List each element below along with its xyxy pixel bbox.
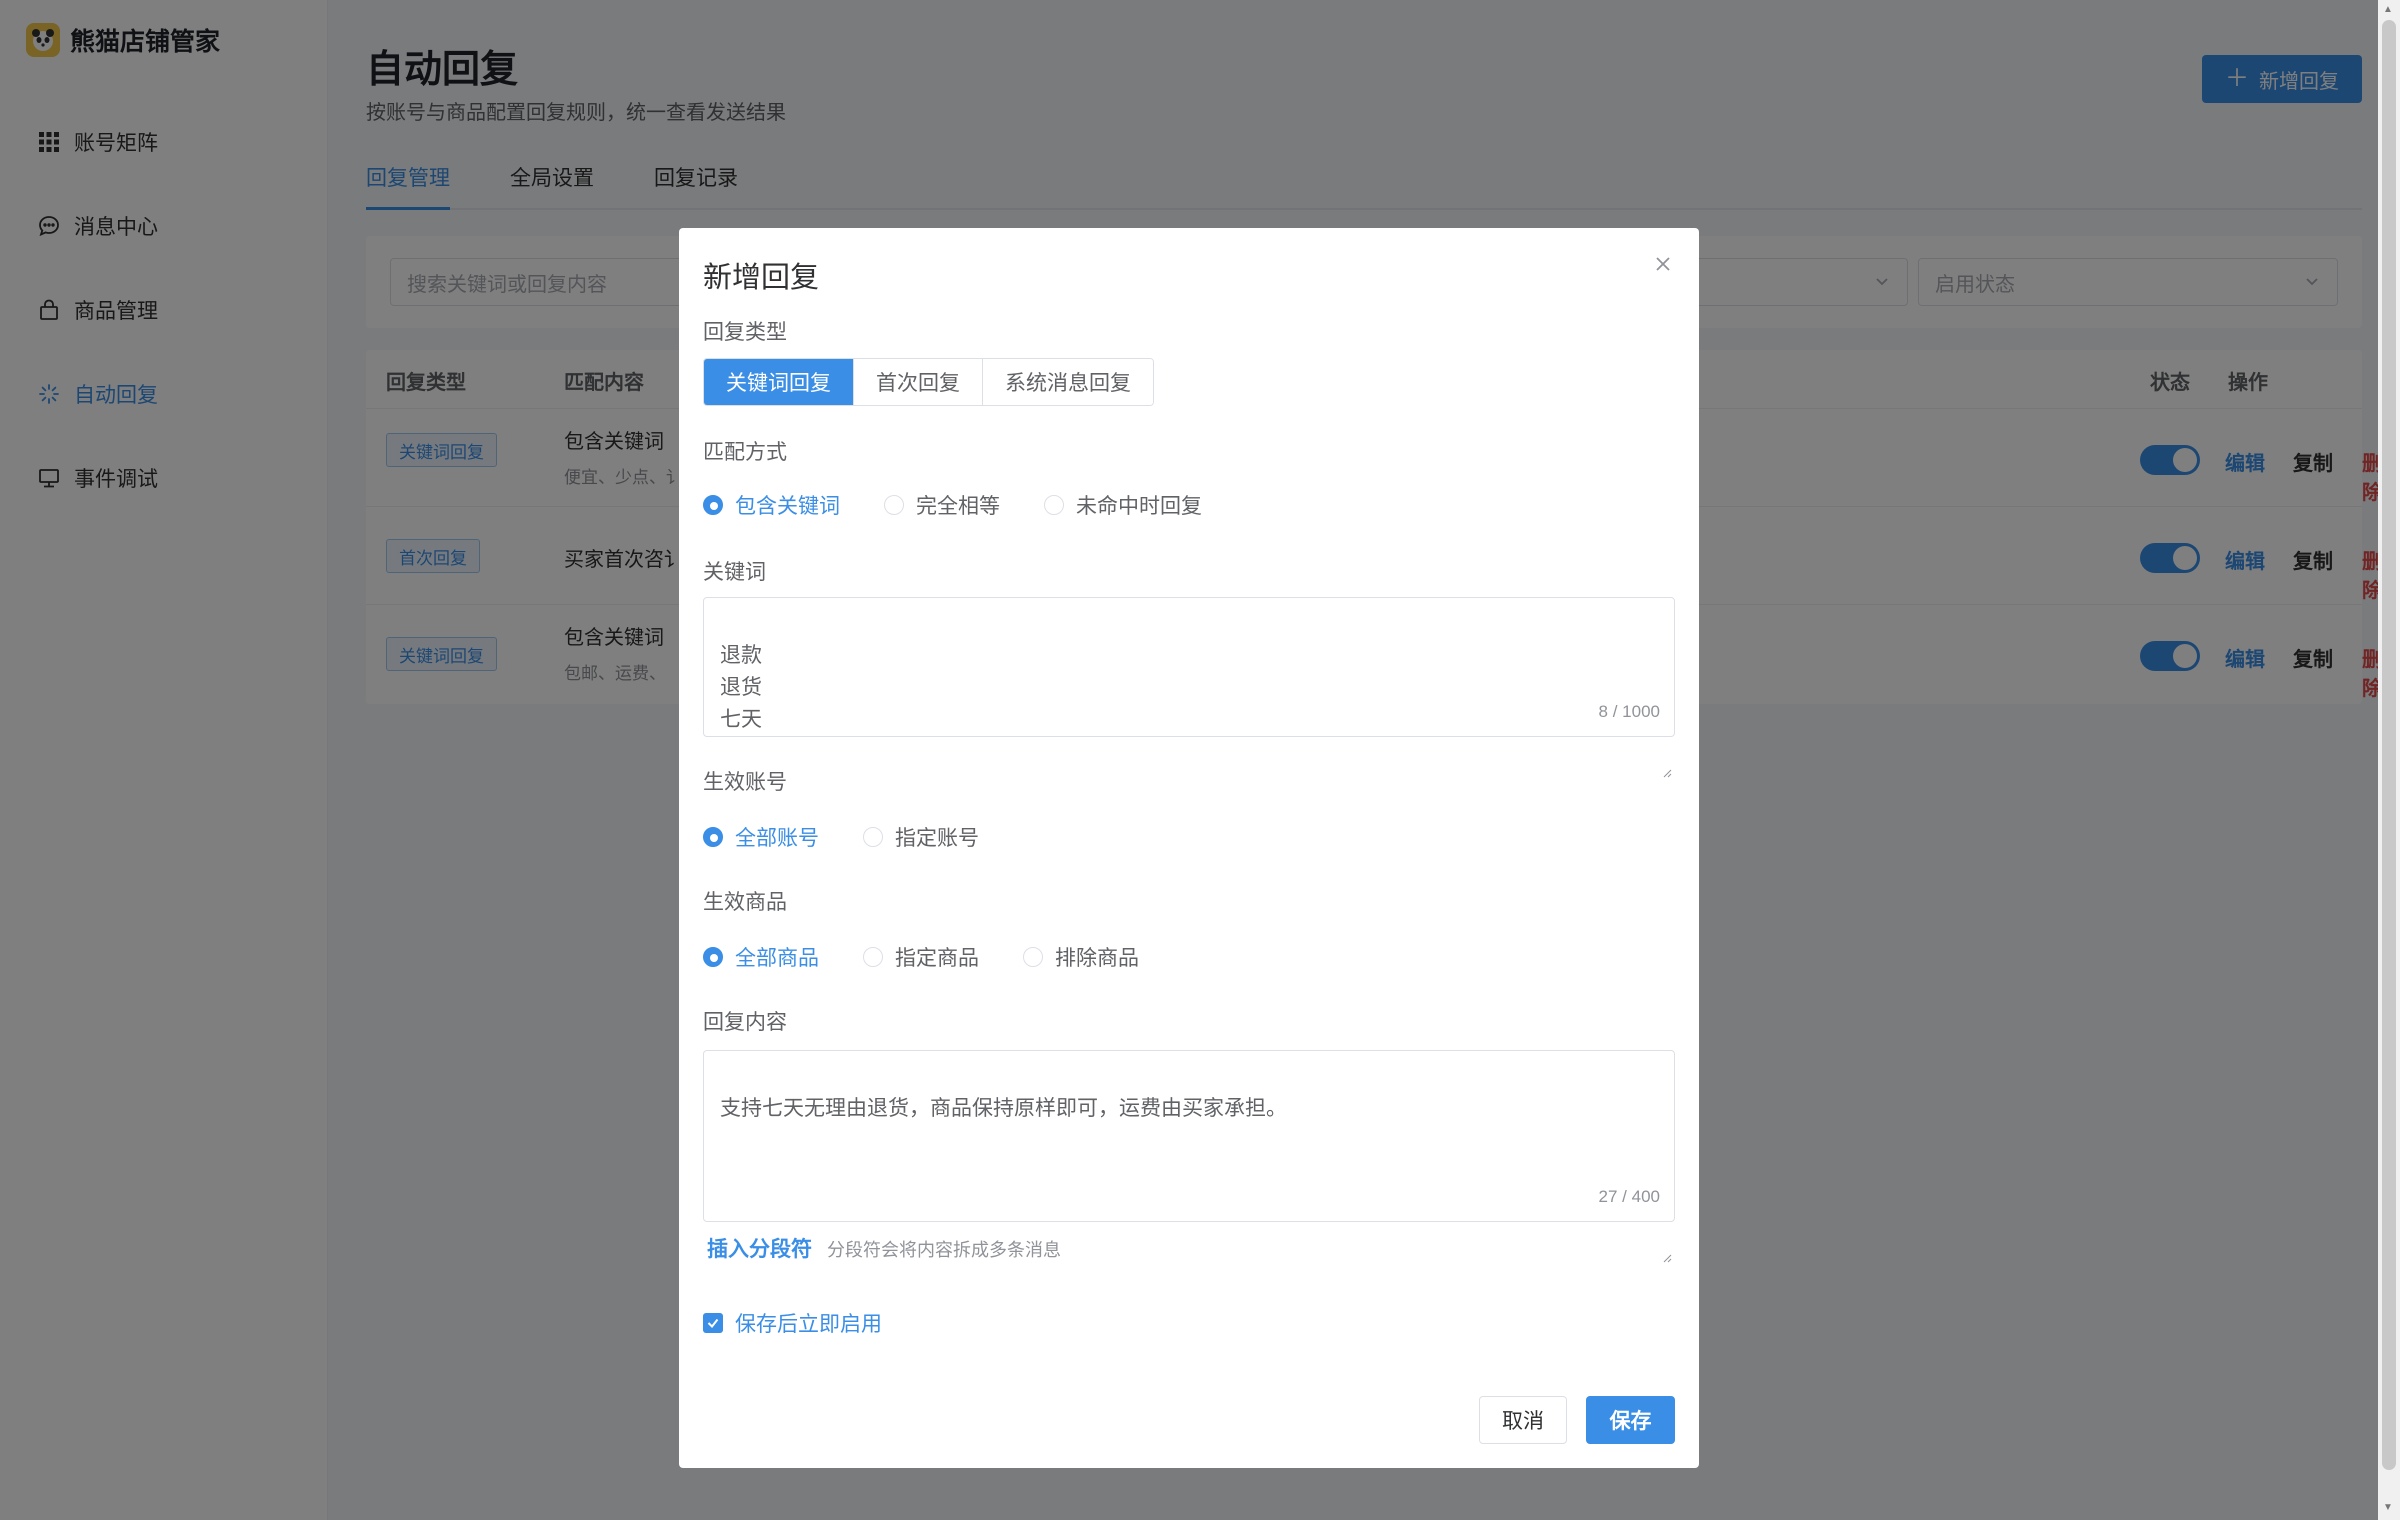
radio-specific-products[interactable]: 指定商品 — [863, 942, 979, 972]
page-scrollbar[interactable]: ▲ ▼ — [2378, 0, 2400, 1520]
radio-label: 未命中时回复 — [1076, 495, 1202, 518]
reply-type-first[interactable]: 首次回复 — [854, 359, 983, 405]
content-counter: 27 / 400 — [1598, 1187, 1660, 1206]
radio-dot — [884, 495, 904, 515]
enable-after-save-checkbox[interactable]: 保存后立即启用 — [703, 1308, 882, 1338]
scroll-up-icon[interactable]: ▲ — [2383, 4, 2393, 15]
save-button[interactable]: 保存 — [1586, 1396, 1675, 1444]
keywords-textarea[interactable]: 退款 退货 七天 8 / 1000 — [703, 597, 1675, 778]
radio-dot — [1044, 495, 1064, 515]
radio-label: 包含关键词 — [735, 495, 840, 518]
radio-dot — [703, 495, 723, 515]
reply-type-keyword[interactable]: 关键词回复 — [704, 359, 854, 405]
radio-exclude-products[interactable]: 排除商品 — [1023, 942, 1139, 972]
radio-label: 指定账号 — [895, 827, 979, 850]
dialog-title: 新增回复 — [703, 262, 820, 294]
content-value: 支持七天无理由退货，商品保持原样即可，运费由买家承担。 — [720, 1097, 1287, 1120]
radio-dot — [703, 947, 723, 967]
keywords-counter: 8 / 1000 — [1598, 702, 1660, 721]
checkbox-label: 保存后立即启用 — [735, 1313, 882, 1336]
reply-type-label: 回复类型 — [703, 321, 787, 344]
radio-dot — [863, 947, 883, 967]
match-mode-label: 匹配方式 — [703, 441, 787, 464]
cancel-button[interactable]: 取消 — [1479, 1396, 1567, 1444]
content-textarea[interactable]: 支持七天无理由退货，商品保持原样即可，运费由买家承担。 27 / 400 — [703, 1050, 1675, 1263]
close-icon[interactable] — [1649, 250, 1677, 278]
new-reply-dialog: 新增回复 回复类型 关键词回复 首次回复 系统消息回复 匹配方式 包含关键词 完… — [679, 228, 1699, 1468]
keywords-label: 关键词 — [703, 561, 766, 584]
radio-specific-accounts[interactable]: 指定账号 — [863, 822, 979, 852]
radio-label: 全部商品 — [735, 947, 819, 970]
resize-handle-icon[interactable] — [1662, 724, 1672, 778]
account-group: 全部账号 指定账号 — [703, 822, 1023, 852]
radio-dot — [1023, 947, 1043, 967]
content-label: 回复内容 — [703, 1011, 787, 1034]
radio-label: 排除商品 — [1055, 947, 1139, 970]
radio-all-products[interactable]: 全部商品 — [703, 942, 819, 972]
checkbox-checked-icon — [703, 1313, 723, 1333]
reply-type-system[interactable]: 系统消息回复 — [983, 359, 1153, 405]
product-label: 生效商品 — [703, 891, 787, 914]
scroll-thumb[interactable] — [2382, 20, 2396, 1470]
radio-dot — [863, 827, 883, 847]
resize-handle-icon[interactable] — [1662, 1209, 1672, 1263]
radio-label: 全部账号 — [735, 827, 819, 850]
insert-separator-link[interactable]: 插入分段符 — [707, 1233, 812, 1263]
radio-dot — [703, 827, 723, 847]
radio-label: 指定商品 — [895, 947, 979, 970]
match-mode-group: 包含关键词 完全相等 未命中时回复 — [703, 490, 1246, 520]
radio-exact-match[interactable]: 完全相等 — [884, 490, 1000, 520]
account-label: 生效账号 — [703, 771, 787, 794]
scroll-down-icon[interactable]: ▼ — [2383, 1502, 2393, 1513]
keywords-value: 退款 退货 七天 — [720, 644, 762, 731]
radio-fallback[interactable]: 未命中时回复 — [1044, 490, 1202, 520]
reply-type-selector: 关键词回复 首次回复 系统消息回复 — [703, 358, 1154, 406]
radio-contains-keyword[interactable]: 包含关键词 — [703, 490, 840, 520]
product-group: 全部商品 指定商品 排除商品 — [703, 942, 1183, 972]
insert-separator-hint: 分段符会将内容拆成多条消息 — [827, 1240, 1061, 1260]
radio-label: 完全相等 — [916, 495, 1000, 518]
radio-all-accounts[interactable]: 全部账号 — [703, 822, 819, 852]
